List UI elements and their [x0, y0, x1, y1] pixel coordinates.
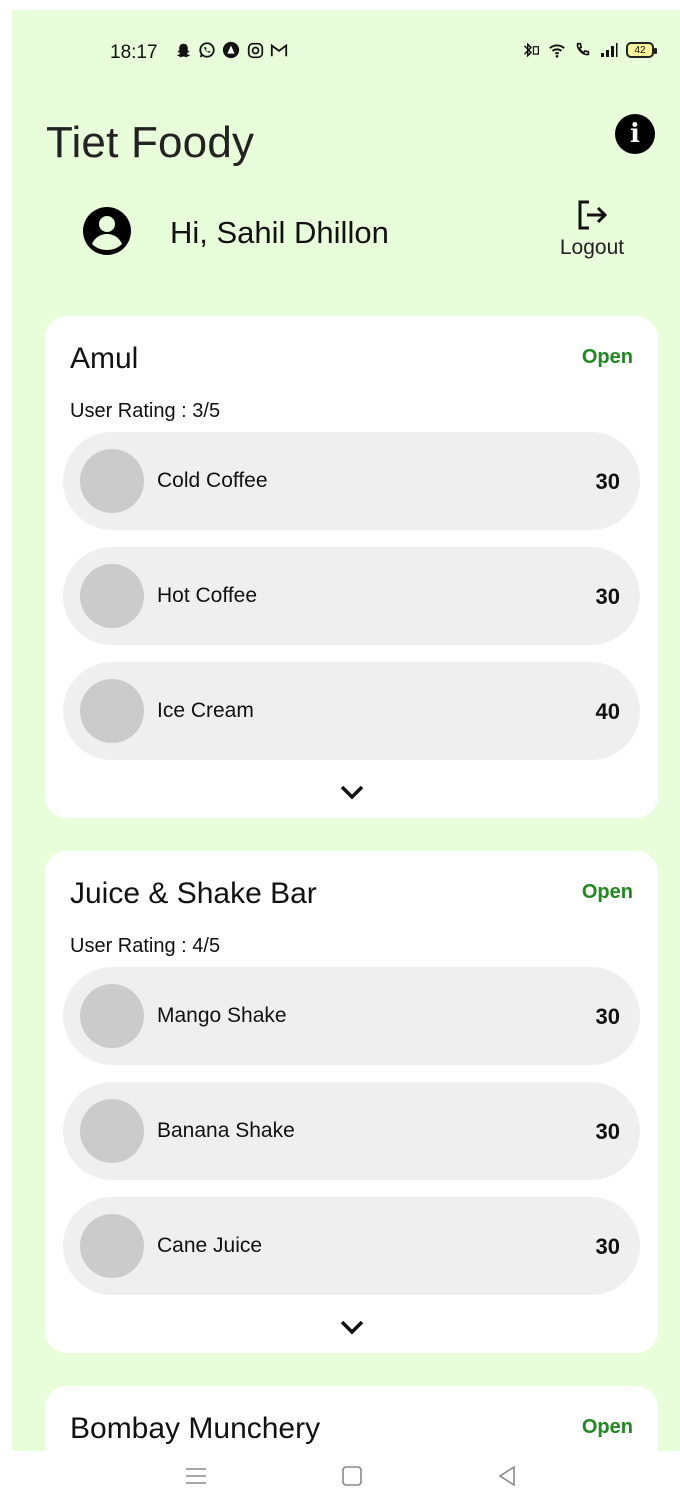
- gmail-icon: [270, 41, 288, 59]
- item-name: Mango Shake: [157, 1004, 287, 1027]
- item-price: 30: [595, 1004, 620, 1029]
- shop-name: Amul: [70, 342, 139, 375]
- item-price: 30: [595, 1234, 620, 1259]
- shop-rating: User Rating : 3/5: [70, 400, 221, 422]
- shop-rating: User Rating : 4/5: [70, 935, 221, 957]
- logout-button[interactable]: Logout: [552, 198, 632, 260]
- system-icons: 42: [522, 41, 657, 59]
- item-price: 40: [595, 699, 620, 724]
- menu-item[interactable]: Cane Juice 30: [63, 1197, 640, 1295]
- menu-item[interactable]: Cold Coffee 30: [63, 432, 640, 530]
- battery-icon: 42: [626, 42, 657, 58]
- bluetooth-icon: [522, 41, 540, 59]
- app-icon: [222, 41, 240, 59]
- account-icon: [83, 207, 131, 255]
- status-time: 18:17: [110, 42, 158, 63]
- menu-item[interactable]: Banana Shake 30: [63, 1082, 640, 1180]
- item-image: [80, 679, 144, 743]
- shop-card[interactable]: Bombay Munchery Open: [45, 1386, 658, 1451]
- item-image: [80, 449, 144, 513]
- call-icon: [574, 41, 592, 59]
- menu-icon[interactable]: [183, 1463, 209, 1489]
- item-image: [80, 564, 144, 628]
- menu-item[interactable]: Ice Cream 40: [63, 662, 640, 760]
- item-price: 30: [595, 469, 620, 494]
- notification-icons: [174, 41, 288, 59]
- item-price: 30: [595, 1119, 620, 1144]
- app-title: Tiet Foody: [46, 118, 255, 167]
- system-nav-bar: [0, 1455, 680, 1495]
- instagram-icon: [246, 41, 264, 59]
- shop-status: Open: [581, 1416, 633, 1438]
- app-screen: 18:17 42 Tiet Foody i Hi, Sahil Dhillon …: [12, 10, 680, 1451]
- back-icon[interactable]: [494, 1463, 520, 1489]
- item-name: Ice Cream: [157, 699, 254, 722]
- chevron-down-icon[interactable]: [339, 1317, 365, 1337]
- menu-item[interactable]: Hot Coffee 30: [63, 547, 640, 645]
- shop-status: Open: [581, 881, 633, 903]
- shop-card[interactable]: Amul Open User Rating : 3/5 Cold Coffee …: [45, 316, 658, 818]
- snapchat-icon: [174, 41, 192, 59]
- item-name: Hot Coffee: [157, 584, 258, 607]
- shop-card[interactable]: Juice & Shake Bar Open User Rating : 4/5…: [45, 851, 658, 1353]
- item-image: [80, 984, 144, 1048]
- item-name: Banana Shake: [157, 1119, 295, 1142]
- info-button[interactable]: i: [615, 114, 655, 154]
- menu-item[interactable]: Mango Shake 30: [63, 967, 640, 1065]
- signal-icon: [600, 41, 618, 59]
- wifi-icon: [548, 41, 566, 59]
- home-icon[interactable]: [339, 1463, 365, 1489]
- item-price: 30: [595, 584, 620, 609]
- chevron-down-icon[interactable]: [339, 782, 365, 802]
- shop-name: Juice & Shake Bar: [70, 877, 317, 910]
- item-name: Cane Juice: [157, 1234, 263, 1257]
- user-greeting: Hi, Sahil Dhillon: [170, 215, 389, 250]
- logout-label: Logout: [559, 236, 625, 259]
- info-icon: i: [630, 119, 640, 149]
- item-name: Cold Coffee: [157, 469, 268, 492]
- whatsapp-icon: [198, 41, 216, 59]
- item-image: [80, 1214, 144, 1278]
- shop-status: Open: [581, 346, 633, 368]
- logout-icon: [578, 200, 608, 230]
- item-image: [80, 1099, 144, 1163]
- shop-name: Bombay Munchery: [70, 1412, 321, 1445]
